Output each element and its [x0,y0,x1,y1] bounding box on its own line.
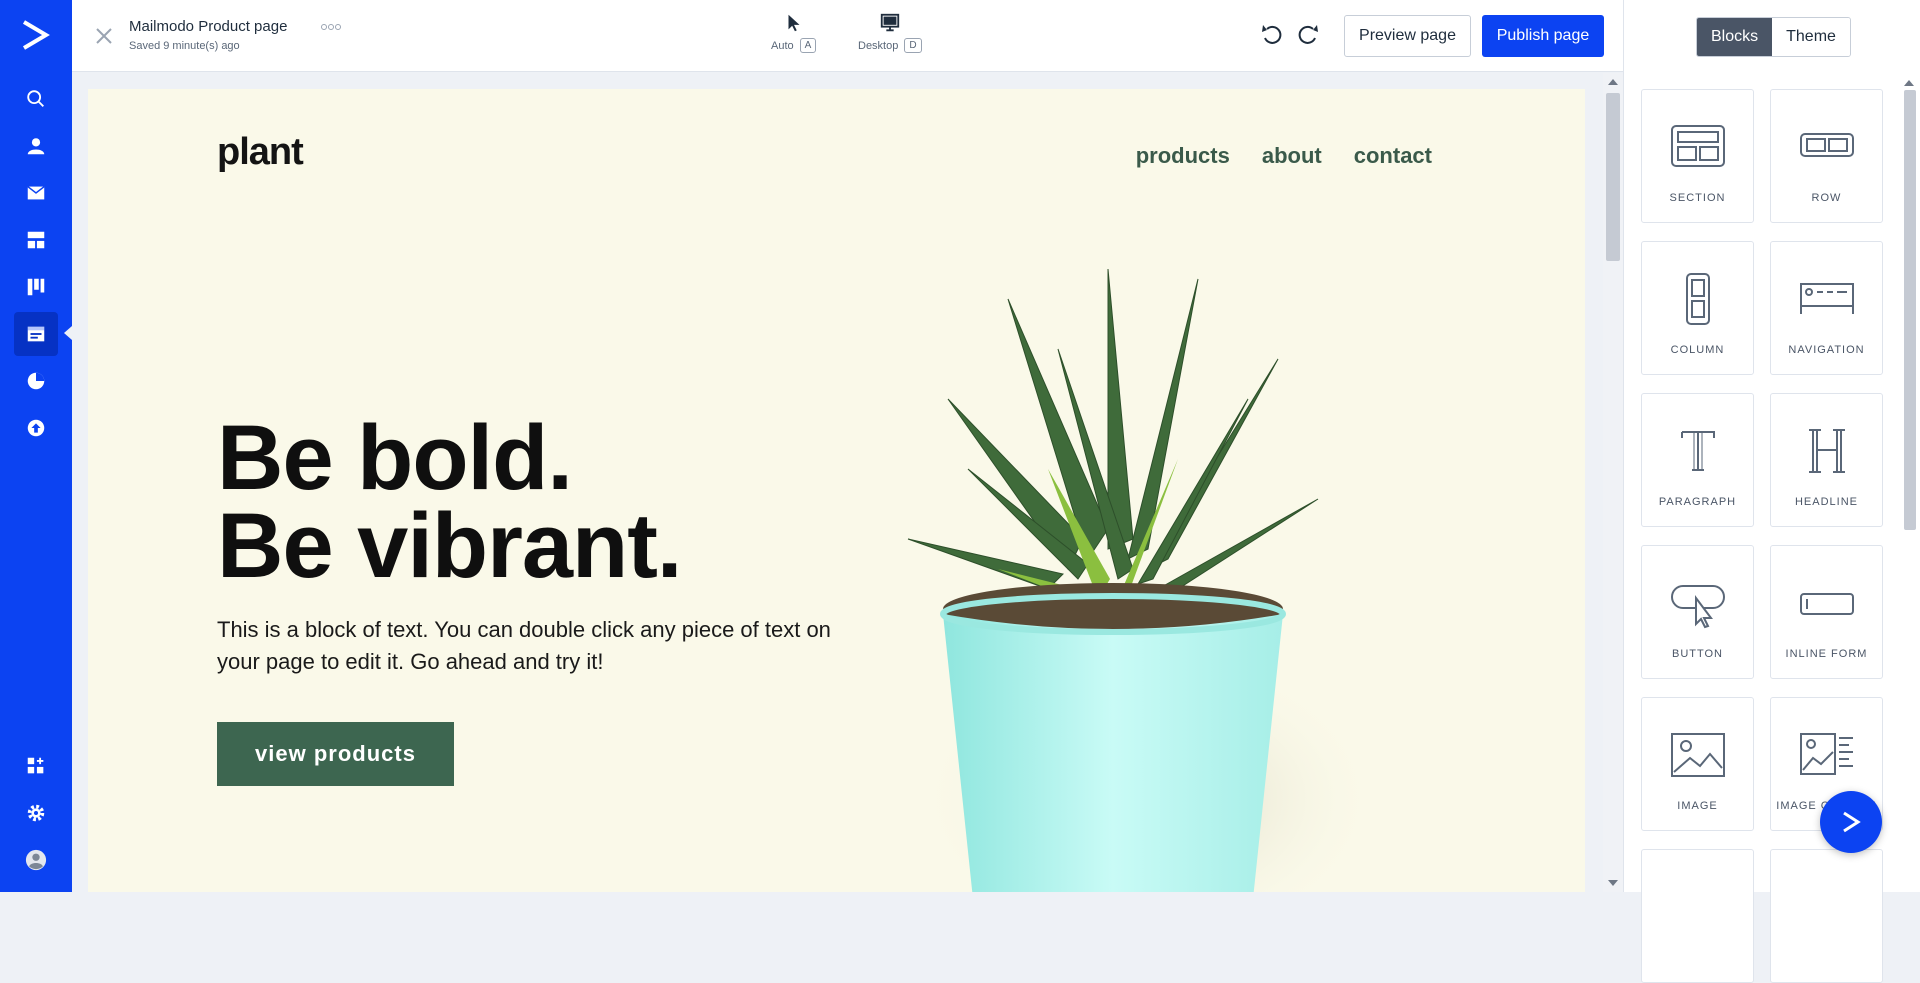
block-button[interactable]: BUTTON [1641,545,1754,679]
scroll-up-arrow-icon[interactable] [1608,79,1618,85]
cursor-icon [788,14,800,32]
hero-headline-line2: Be vibrant. [217,495,682,597]
section-icon [1670,125,1725,167]
canvas-scrollbar-thumb[interactable] [1606,93,1620,261]
block-paragraph[interactable]: PARAGRAPH [1641,393,1754,527]
block-label: BUTTON [1671,648,1724,660]
block-image[interactable]: IMAGE [1641,697,1754,831]
blocks-panel: Blocks Theme SECTION ROW COLUMN NAVIGATI… [1623,0,1920,983]
block-label: HEADLINE [1794,496,1859,508]
tab-blocks[interactable]: Blocks [1697,18,1773,56]
block-label: PARAGRAPH [1658,496,1737,508]
profile-icon[interactable] [14,838,58,882]
headline-icon [1808,429,1845,473]
reports-icon[interactable] [14,359,58,403]
block-label: COLUMN [1670,344,1725,356]
apps-icon[interactable] [14,744,58,788]
block-headline[interactable]: HEADLINE [1770,393,1883,527]
block-more-1[interactable] [1641,849,1754,983]
mode-desktop-label: Desktop [858,39,899,52]
editor-topbar: Mailmodo Product page Saved 9 minute(s) … [72,0,1623,72]
column-icon [1685,273,1710,325]
settings-icon[interactable] [14,791,58,835]
mode-auto-key: A [799,38,817,53]
succulent-plant-image[interactable] [848,239,1368,892]
publish-page-button[interactable]: Publish page [1482,15,1604,57]
editor-canvas: plant products about contact Be bold. Be… [72,73,1623,892]
block-label: NAVIGATION [1788,344,1865,356]
canvas-scrollbar[interactable] [1603,73,1623,892]
image-caption-icon [1799,733,1853,775]
preview-page-button[interactable]: Preview page [1344,15,1471,57]
contacts-icon[interactable] [14,124,58,168]
mode-auto[interactable]: Auto A [771,12,817,53]
block-inline-form[interactable]: INLINE FORM [1770,545,1883,679]
nav-link-about[interactable]: about [1262,143,1322,169]
button-icon [1670,585,1725,629]
block-row[interactable]: ROW [1770,89,1883,223]
paragraph-icon [1680,431,1715,471]
panel-scrollbar-thumb[interactable] [1904,90,1916,530]
activecampaign-logo-icon[interactable] [20,18,52,52]
image-icon [1670,733,1725,777]
nav-link-products[interactable]: products [1136,143,1230,169]
search-icon[interactable] [14,77,58,121]
inline-form-icon [1799,593,1854,615]
navigation-icon [1799,283,1854,314]
automations-icon[interactable] [14,218,58,262]
saved-status: Saved 9 minute(s) ago [129,40,240,52]
site-navigation: products about contact [1136,143,1432,169]
chat-launcher-button[interactable] [1820,791,1882,853]
panel-scrollbar[interactable] [1902,76,1916,892]
hero-paragraph[interactable]: This is a block of text. You can double … [217,614,837,678]
landing-pages-icon[interactable] [14,312,72,356]
mode-desktop[interactable]: Desktop D [858,12,922,53]
deals-icon[interactable] [14,265,58,309]
landing-page-preview[interactable]: plant products about contact Be bold. Be… [88,89,1585,892]
block-label: INLINE FORM [1785,648,1868,660]
upgrade-icon[interactable] [14,406,58,450]
redo-icon[interactable] [1295,22,1321,48]
block-more-2[interactable] [1770,849,1883,983]
hero-headline[interactable]: Be bold. Be vibrant. [217,407,682,597]
tab-theme[interactable]: Theme [1772,18,1850,56]
chevron-right-icon [1843,811,1861,833]
panel-scroll-up-icon[interactable] [1904,80,1914,86]
row-icon [1799,133,1854,157]
block-label: SECTION [1669,192,1726,204]
desktop-icon [880,13,899,32]
block-label: ROW [1811,192,1842,204]
more-options-icon[interactable] [320,22,342,32]
mode-auto-label: Auto [771,39,794,52]
hero-headline-line1: Be bold. [217,407,573,509]
block-section[interactable]: SECTION [1641,89,1754,223]
page-title[interactable]: Mailmodo Product page [129,18,287,35]
block-label: IMAGE [1677,800,1718,812]
mode-desktop-key: D [904,38,922,53]
scroll-down-arrow-icon[interactable] [1608,880,1618,886]
undo-icon[interactable] [1259,22,1285,48]
close-icon[interactable] [92,24,116,48]
brand-logo[interactable]: plant [217,131,304,174]
block-column[interactable]: COLUMN [1641,241,1754,375]
block-navigation[interactable]: NAVIGATION [1770,241,1883,375]
left-navigation [0,0,72,892]
panel-tabs: Blocks Theme [1696,17,1851,57]
campaigns-icon[interactable] [14,171,58,215]
nav-link-contact[interactable]: contact [1354,143,1432,169]
view-products-button[interactable]: view products [217,722,454,786]
